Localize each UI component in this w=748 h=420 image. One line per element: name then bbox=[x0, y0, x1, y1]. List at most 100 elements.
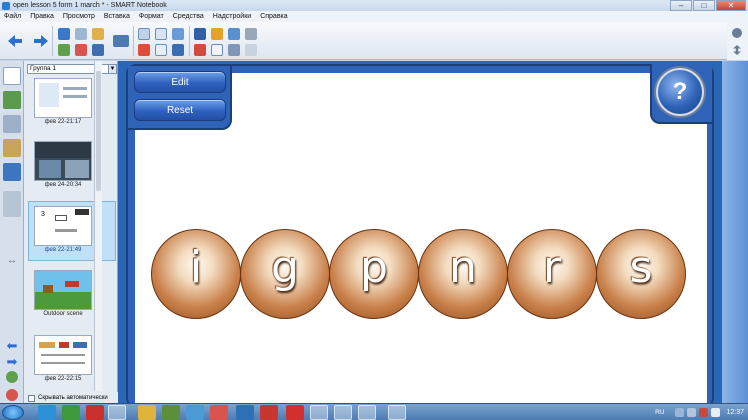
add-page-icon[interactable] bbox=[58, 44, 70, 56]
sorter-scrollbar[interactable] bbox=[94, 61, 102, 391]
taskbar-app-icon[interactable] bbox=[162, 405, 180, 420]
save-icon[interactable] bbox=[92, 44, 104, 56]
language-indicator[interactable]: RU bbox=[655, 409, 664, 416]
eraser-icon[interactable] bbox=[245, 44, 257, 56]
checkbox-box[interactable] bbox=[28, 394, 35, 402]
tray-icon[interactable] bbox=[699, 408, 709, 417]
help-label: ? bbox=[672, 78, 688, 105]
menu-edit[interactable]: Правка bbox=[30, 13, 54, 20]
page-thumbnail[interactable] bbox=[34, 141, 92, 181]
pens-icon[interactable] bbox=[194, 44, 206, 56]
table-icon[interactable] bbox=[155, 44, 167, 56]
tray-icon[interactable] bbox=[675, 408, 685, 417]
fill-icon[interactable] bbox=[245, 28, 257, 40]
taskbar: RU 12:37 bbox=[0, 403, 748, 420]
full-screen-icon[interactable] bbox=[172, 44, 184, 56]
letter-text: g bbox=[271, 242, 299, 293]
resize-arrows-icon[interactable]: ↔ bbox=[3, 251, 21, 269]
taskbar-app-icon[interactable] bbox=[38, 405, 56, 420]
delete-page-icon[interactable] bbox=[75, 44, 87, 56]
sorter-delete-icon[interactable] bbox=[6, 389, 18, 401]
start-button[interactable] bbox=[2, 405, 24, 420]
open-file-icon[interactable] bbox=[92, 28, 104, 40]
taskbar-app-icon[interactable] bbox=[186, 405, 204, 420]
move-toolbar-icon[interactable] bbox=[733, 45, 741, 55]
shapes-icon[interactable] bbox=[228, 28, 240, 40]
taskbar-app-icon[interactable] bbox=[236, 405, 254, 420]
previous-page-icon[interactable] bbox=[8, 35, 22, 47]
menu-format[interactable]: Формат bbox=[139, 13, 164, 20]
gear-icon[interactable] bbox=[732, 28, 742, 38]
taskbar-app-icon[interactable] bbox=[260, 405, 278, 420]
properties-tab-icon[interactable] bbox=[3, 139, 21, 157]
letter-text: p bbox=[360, 242, 388, 293]
sorter-next-icon[interactable]: ➡ bbox=[3, 353, 21, 371]
paste-icon[interactable] bbox=[138, 28, 150, 40]
page-thumbnail-label: Outdoor scene bbox=[43, 311, 83, 317]
undo-icon[interactable] bbox=[58, 28, 70, 40]
letter-ball[interactable]: p bbox=[329, 229, 419, 319]
gallery-tab-icon[interactable] bbox=[3, 91, 21, 109]
letter-text: n bbox=[449, 242, 477, 293]
taskbar-app-icon[interactable] bbox=[286, 405, 304, 420]
menu-insert[interactable]: Вставка bbox=[104, 13, 130, 20]
title-bar: open lesson 5 form 1 march * - SMART Not… bbox=[0, 0, 748, 11]
letter-ball[interactable]: g bbox=[240, 229, 330, 319]
chevron-down-icon: ▼ bbox=[108, 65, 116, 73]
menu-view[interactable]: Просмотр bbox=[63, 13, 95, 20]
text-icon[interactable] bbox=[211, 44, 223, 56]
menu-file[interactable]: Файл bbox=[4, 13, 21, 20]
letter-ball[interactable]: i bbox=[151, 229, 241, 319]
page-thumbnail[interactable] bbox=[34, 335, 92, 375]
display-icon[interactable] bbox=[113, 35, 129, 47]
taskbar-app-icon[interactable] bbox=[334, 405, 352, 420]
taskbar-app-icon[interactable] bbox=[358, 405, 376, 420]
menu-bar: Файл Правка Просмотр Вставка Формат Сред… bbox=[0, 11, 748, 22]
sorter-add-icon[interactable] bbox=[6, 371, 18, 383]
page-thumbnail[interactable] bbox=[34, 78, 92, 118]
addons-tab-icon[interactable] bbox=[3, 163, 21, 181]
screen-shade-icon[interactable] bbox=[155, 28, 167, 40]
letter-ball[interactable]: n bbox=[418, 229, 508, 319]
taskbar-app-icon[interactable] bbox=[62, 405, 80, 420]
magic-pen-icon[interactable] bbox=[211, 28, 223, 40]
page-sorter-tab-icon[interactable] bbox=[3, 67, 21, 85]
page-thumbnail-label: фев 22-21:17 bbox=[44, 119, 82, 125]
letter-ball[interactable]: r bbox=[507, 229, 597, 319]
network-icon[interactable] bbox=[687, 408, 697, 417]
help-button[interactable]: ? bbox=[656, 68, 704, 116]
reset-button[interactable]: Reset bbox=[134, 99, 226, 121]
taskbar-app-icon[interactable] bbox=[138, 405, 156, 420]
maximize-button[interactable]: □ bbox=[693, 0, 715, 11]
next-page-icon[interactable] bbox=[34, 35, 48, 47]
group-dropdown[interactable]: Группа 1 ▼ bbox=[27, 64, 117, 74]
volume-icon[interactable] bbox=[711, 408, 721, 417]
letter-balls: i g p n r s bbox=[151, 229, 691, 319]
letter-text: r bbox=[542, 242, 562, 293]
group-dropdown-value: Группа 1 bbox=[30, 65, 57, 72]
line-icon[interactable] bbox=[228, 44, 240, 56]
attachments-tab-icon[interactable] bbox=[3, 115, 21, 133]
taskbar-app-icon[interactable] bbox=[310, 405, 328, 420]
capture-icon[interactable] bbox=[172, 28, 184, 40]
clock[interactable]: 12:37 bbox=[726, 409, 744, 416]
redo-icon[interactable] bbox=[75, 28, 87, 40]
page-thumbnail[interactable] bbox=[34, 270, 92, 310]
taskbar-app-icon[interactable] bbox=[108, 405, 126, 420]
toolbar-right-controls bbox=[727, 22, 748, 60]
taskbar-app-icon[interactable] bbox=[210, 405, 228, 420]
select-icon[interactable] bbox=[194, 28, 206, 40]
edit-button[interactable]: Edit bbox=[134, 71, 226, 93]
menu-help[interactable]: Справка bbox=[260, 13, 287, 20]
window-controls: – □ ✕ bbox=[669, 0, 746, 11]
letter-ball[interactable]: s bbox=[596, 229, 686, 319]
page-thumbnail-selected[interactable]: 3 bbox=[34, 206, 92, 246]
sidebar-collapse-icon[interactable] bbox=[3, 191, 21, 217]
menu-addons[interactable]: Надстройки bbox=[213, 13, 251, 20]
delete-icon[interactable] bbox=[138, 44, 150, 56]
close-button[interactable]: ✕ bbox=[716, 0, 746, 11]
minimize-button[interactable]: – bbox=[670, 0, 692, 11]
taskbar-app-icon[interactable] bbox=[388, 405, 406, 420]
menu-tools[interactable]: Средства bbox=[173, 13, 204, 20]
taskbar-app-icon[interactable] bbox=[86, 405, 104, 420]
